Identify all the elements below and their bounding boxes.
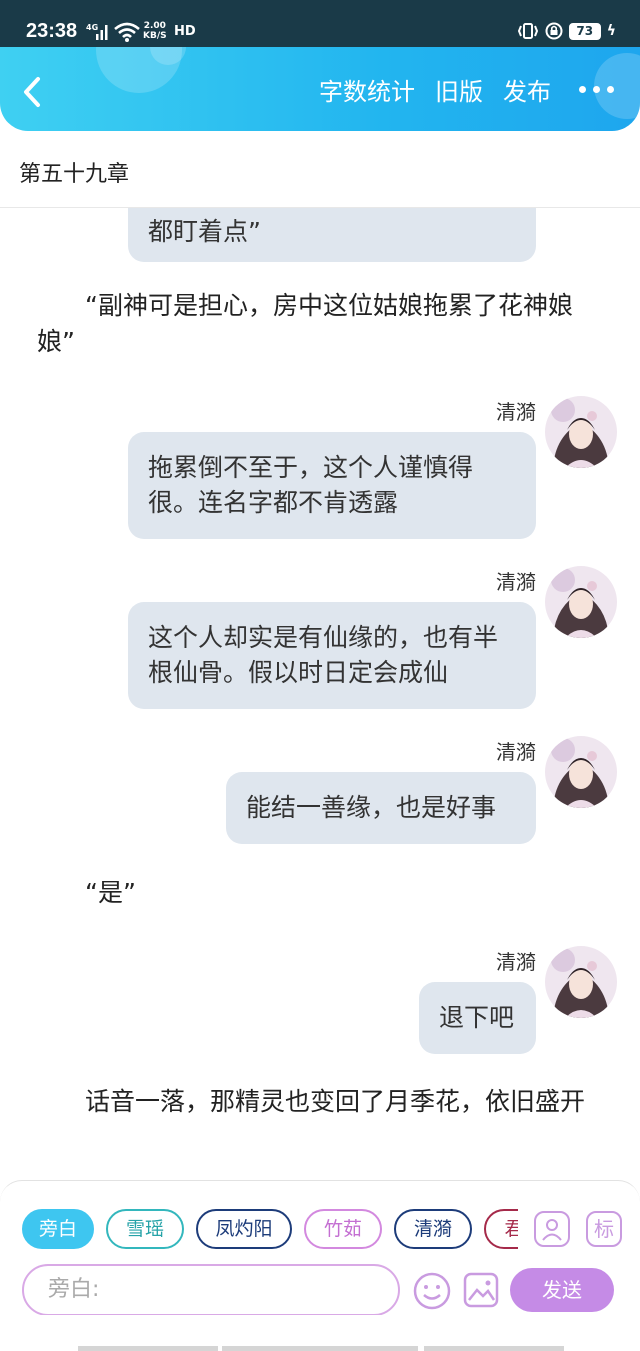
emoji-icon[interactable]	[412, 1271, 452, 1311]
narration-text[interactable]: “是”	[85, 875, 285, 911]
status-right-group: 73 ϟ	[517, 22, 616, 40]
send-button[interactable]: 发送	[510, 1268, 614, 1312]
character-avatar[interactable]	[545, 396, 617, 468]
role-chip-partial[interactable]: 君	[484, 1209, 518, 1249]
dialogue-bubble[interactable]: 都盯着点”	[128, 208, 536, 262]
narration-text[interactable]: 话音一落，那精灵也变回了月季花，依旧盛开	[37, 1084, 607, 1120]
nav-segment	[222, 1346, 418, 1351]
old-version-button[interactable]: 旧版	[435, 72, 483, 107]
role-chip-narrator[interactable]: 旁白	[22, 1209, 94, 1249]
narration-text[interactable]: “副神可是担心，房中这位姑娘拖累了花神娘娘”	[37, 288, 607, 360]
navigation-hint-bar	[0, 1315, 640, 1351]
speaker-name: 清漪	[496, 570, 536, 594]
message-input[interactable]: 旁白:	[22, 1264, 400, 1316]
charging-icon: ϟ	[606, 23, 616, 39]
avatar-portrait-icon	[545, 566, 617, 638]
status-time: 23:38	[26, 20, 78, 42]
speaker-name: 清漪	[496, 400, 536, 424]
avatar-portrait-icon	[545, 396, 617, 468]
status-bar: 23:38 4G 2.00 KB/S HD 73 ϟ	[0, 0, 640, 47]
role-chip-qingyi[interactable]: 清漪	[394, 1209, 472, 1249]
signal-icon	[96, 25, 108, 40]
network-speed: 2.00 KB/S	[143, 21, 167, 41]
top-app-bar: 字数统计 旧版 发布	[0, 47, 640, 131]
battery-indicator: 73	[568, 22, 601, 40]
speed-unit: KB/S	[143, 31, 167, 41]
speaker-name: 清漪	[496, 950, 536, 974]
rotation-lock-icon	[545, 22, 563, 40]
role-chip-zhuru[interactable]: 竹茹	[304, 1209, 382, 1249]
character-avatar[interactable]	[545, 946, 617, 1018]
app-bar-actions: 字数统计 旧版 发布	[319, 47, 640, 131]
dialogue-text: 能结一善缘，也是好事	[246, 793, 497, 822]
avatar-portrait-icon	[545, 946, 617, 1018]
chapter-title[interactable]: 第五十九章	[19, 156, 129, 188]
dialogue-text: 这个人却实是有仙缘的，也有半根仙骨。假以时日定会成仙	[148, 623, 499, 687]
dialogue-bubble[interactable]: 这个人却实是有仙缘的，也有半根仙骨。假以时日定会成仙	[128, 602, 536, 709]
speed-value: 2.00	[143, 21, 166, 31]
vibrate-icon	[517, 23, 538, 39]
nav-segment	[78, 1346, 218, 1351]
more-options-icon[interactable]	[579, 85, 614, 93]
role-chip-xueyao[interactable]: 雪瑶	[106, 1209, 184, 1249]
role-selector: 旁白 雪瑶 凤灼阳 竹茹 清漪君	[22, 1209, 518, 1251]
dialogue-text: 拖累倒不至于，这个人谨慎得很。连名字都不肯透露	[148, 453, 474, 517]
role-manage-icon[interactable]	[534, 1211, 570, 1247]
character-avatar[interactable]	[545, 566, 617, 638]
word-count-button[interactable]: 字数统计	[319, 72, 415, 107]
nav-segment	[424, 1346, 564, 1351]
dialogue-text: 都盯着点”	[148, 217, 261, 246]
dialogue-bubble[interactable]: 能结一善缘，也是好事	[226, 772, 536, 844]
dialogue-text: 退下吧	[439, 1003, 515, 1032]
hd-label: HD	[174, 24, 196, 39]
back-icon[interactable]	[18, 75, 50, 109]
dialogue-bubble[interactable]: 拖累倒不至于，这个人谨慎得很。连名字都不肯透露	[128, 432, 536, 539]
tag-button[interactable]: 标	[586, 1211, 622, 1247]
avatar-portrait-icon	[545, 736, 617, 808]
wifi-icon	[114, 22, 140, 42]
image-icon[interactable]	[462, 1271, 500, 1309]
speaker-name: 清漪	[496, 740, 536, 764]
publish-button[interactable]: 发布	[503, 72, 551, 107]
character-avatar[interactable]	[545, 736, 617, 808]
composer-panel: 旁白 雪瑶 凤灼阳 竹茹 清漪君 标 旁白: 发送	[0, 1180, 640, 1316]
role-chip-fengzhuoyang[interactable]: 凤灼阳	[196, 1209, 292, 1249]
dialogue-bubble[interactable]: 退下吧	[419, 982, 536, 1054]
person-icon	[542, 1219, 562, 1241]
story-content[interactable]: 都盯着点” “副神可是担心，房中这位姑娘拖累了花神娘娘” 清漪 拖累倒不至于，这…	[0, 208, 640, 1180]
